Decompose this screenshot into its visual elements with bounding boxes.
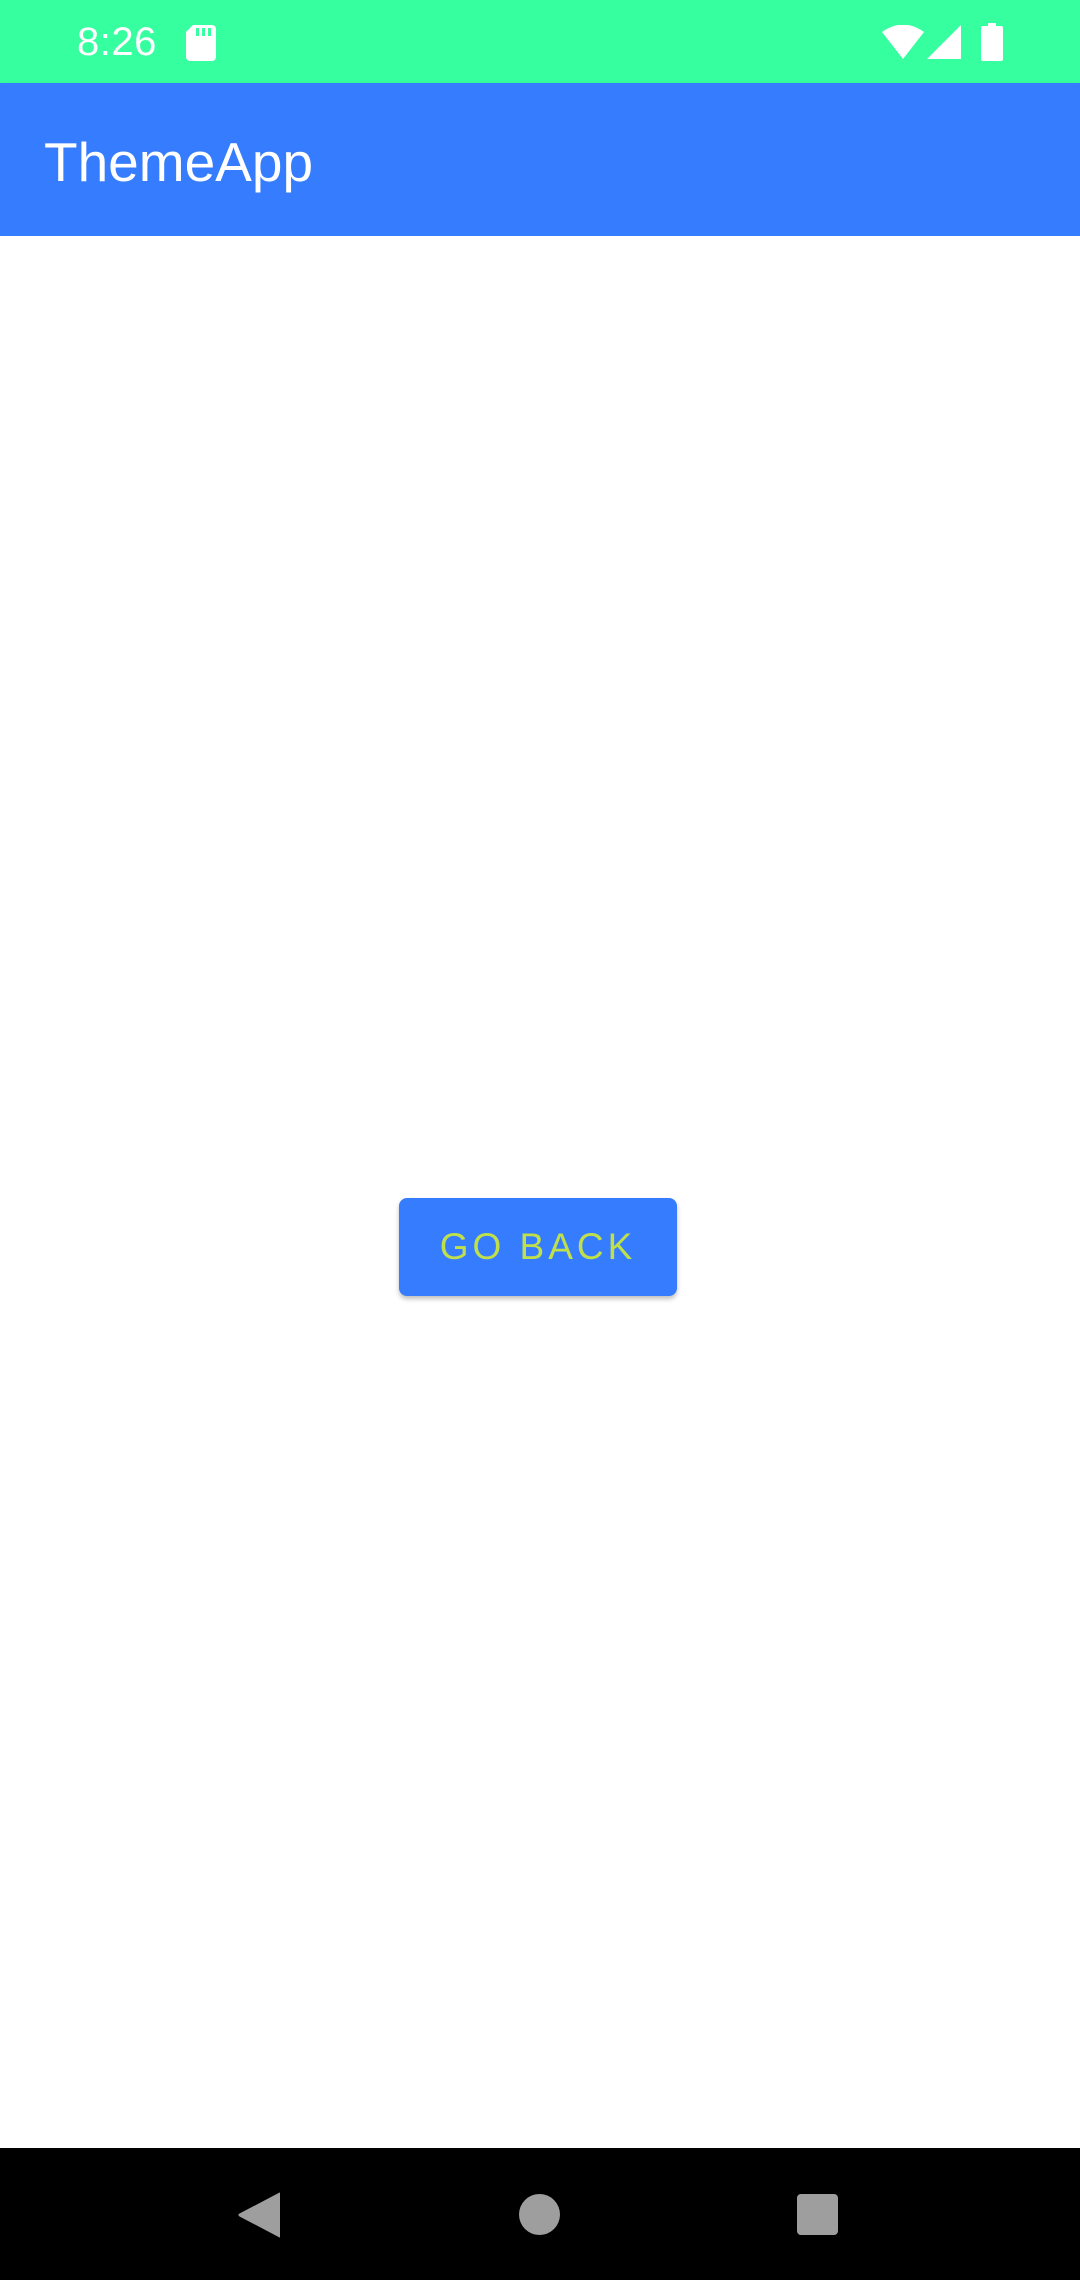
main-content: GO BACK — [0, 236, 1080, 2148]
wifi-icon — [882, 25, 924, 59]
status-time: 8:26 — [77, 20, 157, 64]
cell-signal-icon — [927, 25, 961, 59]
status-bar: 8:26 — [0, 0, 1080, 83]
app-bar: ThemeApp — [0, 83, 1080, 236]
home-icon[interactable] — [519, 2194, 560, 2235]
recents-icon[interactable] — [797, 2194, 838, 2235]
go-back-button[interactable]: GO BACK — [399, 1198, 677, 1296]
screen: 8:26 ThemeApp GO BACK — [0, 0, 1080, 2280]
back-icon[interactable] — [238, 2192, 280, 2238]
navigation-bar — [0, 2148, 1080, 2280]
sd-card-icon — [186, 25, 216, 61]
battery-icon — [981, 23, 1003, 61]
app-title: ThemeApp — [44, 131, 314, 193]
